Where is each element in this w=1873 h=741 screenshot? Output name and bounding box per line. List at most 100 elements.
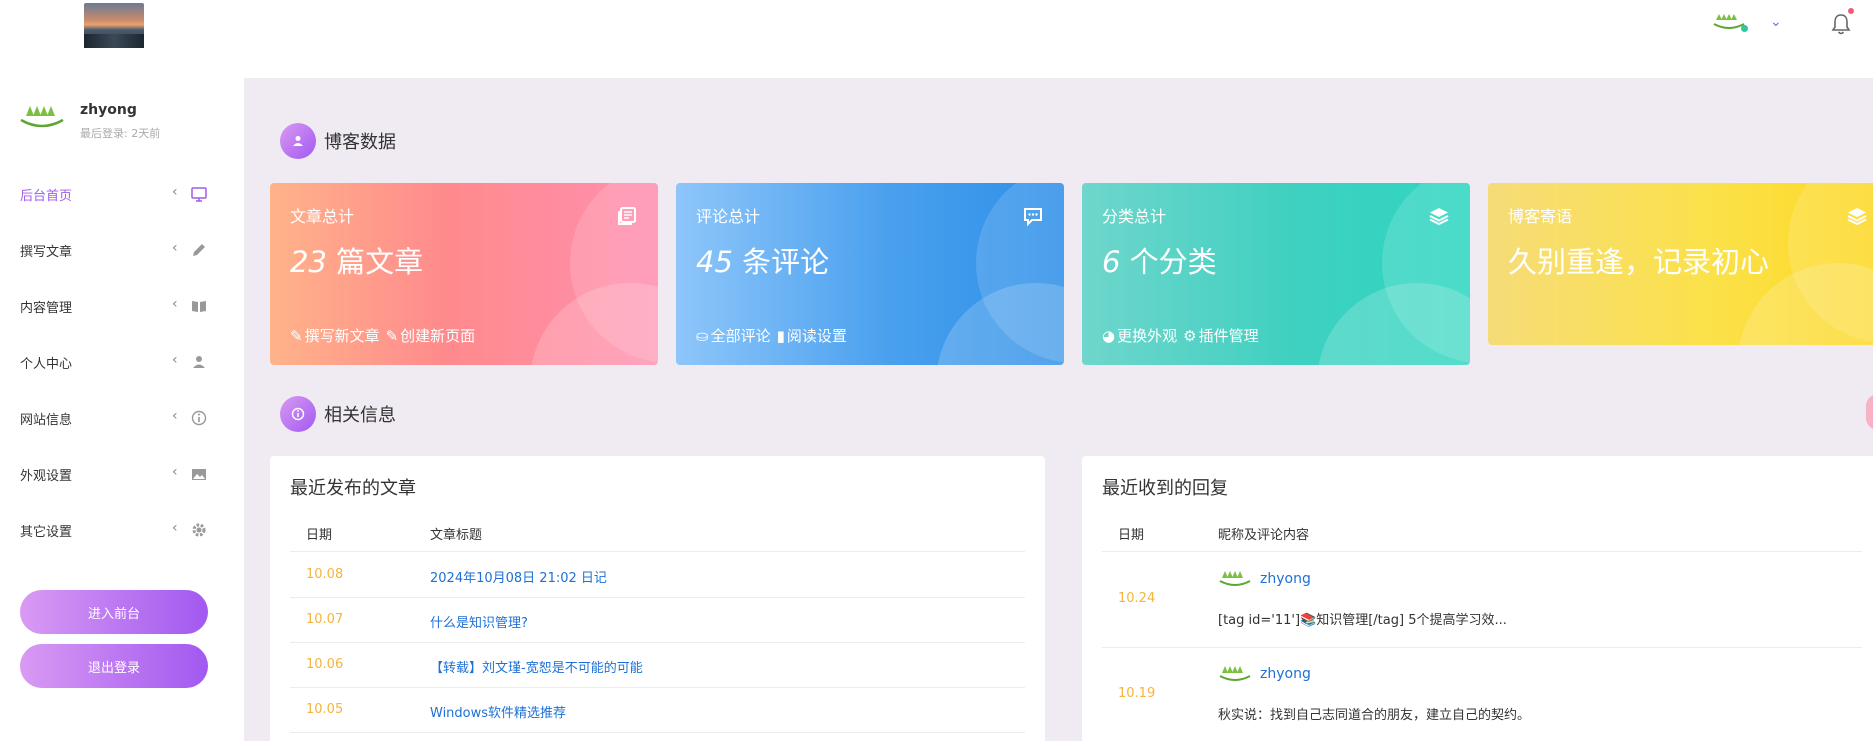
enter-front-button[interactable]: 进入前台 bbox=[20, 590, 208, 634]
comment-text-link[interactable]: [tag id='11']📚知识管理[/tag] 5个提高学习效... bbox=[1218, 609, 1507, 628]
comment-text-link[interactable]: 秋实说：找到自己志同道合的朋友，建立自己的契约。 bbox=[1218, 704, 1530, 723]
sidebar-item-content[interactable]: 内容管理 ‹ bbox=[0, 278, 244, 334]
articles-icon bbox=[618, 207, 636, 225]
info-circle-icon bbox=[280, 396, 316, 432]
table-row: 10.06 【转载】刘文瑾-宽恕是不可能的可能 bbox=[290, 643, 1025, 688]
sidebar-item-site-info[interactable]: 网站信息 ‹ bbox=[0, 390, 244, 446]
user-icon bbox=[193, 356, 205, 368]
card-value: 45 条评论 bbox=[696, 245, 830, 279]
sidebar-item-label: 撰写文章 bbox=[20, 244, 73, 260]
sidebar-item-label: 其它设置 bbox=[20, 524, 73, 540]
chevron-down-icon[interactable]: ⌄ bbox=[1770, 14, 1782, 30]
info-icon bbox=[191, 410, 207, 426]
post-title-link[interactable]: 2024年10月08日 21:02 日记 bbox=[430, 567, 607, 586]
categories-stat-card: 分类总计 6 个分类 ◕ 更换外观 ⚙ 插件管理 bbox=[1082, 183, 1470, 365]
post-date: 10.08 bbox=[306, 567, 344, 582]
user-circle-icon bbox=[280, 123, 316, 159]
chevron-left-icon: ‹ bbox=[172, 296, 178, 312]
main-content: 博客数据 文章总计 23 篇文章 ✎ 撰写新文章 ✎ 创建新页面 评论总计 45 条… bbox=[244, 78, 1873, 741]
site-logo-image[interactable] bbox=[84, 3, 144, 48]
sidebar-item-label: 网站信息 bbox=[20, 412, 73, 428]
post-title-link[interactable]: Windows软件精选推荐 bbox=[430, 702, 566, 721]
card-label: 分类总计 bbox=[1102, 207, 1167, 226]
sidebar-item-label: 内容管理 bbox=[20, 300, 73, 316]
commenter-avatar bbox=[1219, 666, 1251, 681]
recent-replies-panel: 最近收到的回复 日期 昵称及评论内容 10.24 zhyong [tag id=… bbox=[1082, 456, 1873, 741]
last-login: 最后登录: 2天前 bbox=[80, 127, 161, 140]
panel-title: 最近收到的回复 bbox=[1102, 478, 1228, 499]
sidebar-item-label: 外观设置 bbox=[20, 468, 73, 484]
table-row: 10.07 什么是知识管理? bbox=[290, 598, 1025, 643]
post-date: 10.07 bbox=[306, 612, 344, 627]
card-label: 评论总计 bbox=[696, 207, 761, 226]
chevron-left-icon: ‹ bbox=[172, 352, 178, 368]
chevron-left-icon: ‹ bbox=[172, 240, 178, 256]
sidebar-item-label: 后台首页 bbox=[20, 188, 73, 204]
stats-section-header: 博客数据 bbox=[280, 123, 396, 159]
reply-row: 10.19 zhyong 秋实说：找到自己志同道合的朋友，建立自己的契约。 bbox=[1102, 648, 1862, 741]
reply-row: 10.24 zhyong [tag id='11']📚知识管理[/tag] 5个… bbox=[1102, 553, 1862, 648]
recent-posts-panel: 最近发布的文章 日期 文章标题 10.08 2024年10月08日 21:02 … bbox=[270, 456, 1045, 741]
reply-date: 10.24 bbox=[1118, 591, 1156, 606]
sidebar-item-label: 个人中心 bbox=[20, 356, 73, 372]
change-theme-link[interactable]: ◕ 更换外观 bbox=[1102, 325, 1177, 346]
table-header: 日期 文章标题 bbox=[290, 516, 1025, 552]
commenter-name-link[interactable]: zhyong bbox=[1260, 571, 1311, 587]
user-avatar[interactable] bbox=[18, 102, 66, 132]
chevron-left-icon: ‹ bbox=[172, 520, 178, 536]
sidebar-item-profile[interactable]: 个人中心 ‹ bbox=[0, 334, 244, 390]
create-page-link[interactable]: ✎ 创建新页面 bbox=[386, 325, 476, 346]
layers-icon bbox=[1847, 208, 1867, 226]
top-bar: ⌄ bbox=[0, 0, 1873, 78]
book-icon bbox=[192, 301, 206, 312]
write-post-link[interactable]: ✎ 撰写新文章 bbox=[290, 325, 380, 346]
posts-stat-card: 文章总计 23 篇文章 ✎ 撰写新文章 ✎ 创建新页面 bbox=[270, 183, 658, 365]
post-title-link[interactable]: 什么是知识管理? bbox=[430, 612, 528, 631]
comment-icon bbox=[1024, 208, 1042, 227]
chevron-left-icon: ‹ bbox=[172, 184, 178, 200]
card-value: 23 篇文章 bbox=[290, 245, 424, 279]
section-title: 博客数据 bbox=[324, 132, 396, 153]
info-section-header: 相关信息 bbox=[280, 396, 396, 432]
scroll-top-button[interactable] bbox=[1866, 394, 1873, 430]
sidebar-item-appearance[interactable]: 外观设置 ‹ bbox=[0, 446, 244, 502]
user-name: zhyong bbox=[80, 102, 137, 118]
sidebar-item-write-post[interactable]: 撰写文章 ‹ bbox=[0, 222, 244, 278]
read-settings-link[interactable]: ▮ 阅读设置 bbox=[777, 325, 847, 346]
sidebar-menu: 后台首页 ‹ 撰写文章 ‹ 内容管理 ‹ 个人中心 ‹ 网站信息 ‹ 外观设置 … bbox=[0, 166, 244, 558]
sidebar-item-other-settings[interactable]: 其它设置 ‹ bbox=[0, 502, 244, 558]
sidebar-item-dashboard[interactable]: 后台首页 ‹ bbox=[0, 166, 244, 222]
card-value: 6 个分类 bbox=[1102, 245, 1217, 279]
card-label: 文章总计 bbox=[290, 207, 355, 226]
col-title: 文章标题 bbox=[430, 528, 483, 543]
card-links: ✎ 撰写新文章 ✎ 创建新页面 bbox=[290, 325, 475, 346]
online-status-dot bbox=[1741, 25, 1748, 32]
table-header: 日期 昵称及评论内容 bbox=[1102, 516, 1862, 552]
monitor-icon bbox=[191, 187, 207, 202]
post-date: 10.05 bbox=[306, 702, 344, 717]
sidebar: zhyong 最后登录: 2天前 后台首页 ‹ 撰写文章 ‹ 内容管理 ‹ 个人… bbox=[0, 78, 244, 741]
commenter-name-link[interactable]: zhyong bbox=[1260, 666, 1311, 682]
table-row: 10.08 2024年10月08日 21:02 日记 bbox=[290, 553, 1025, 598]
card-label: 博客寄语 bbox=[1508, 207, 1573, 226]
col-date: 日期 bbox=[306, 528, 333, 543]
layers-icon bbox=[1429, 208, 1449, 226]
bell-icon[interactable] bbox=[1830, 12, 1852, 36]
all-comments-link[interactable]: ⛀ 全部评论 bbox=[696, 325, 771, 346]
col-date: 日期 bbox=[1118, 528, 1145, 543]
section-title: 相关信息 bbox=[324, 405, 396, 426]
chevron-left-icon: ‹ bbox=[172, 408, 178, 424]
panel-title: 最近发布的文章 bbox=[290, 478, 416, 499]
card-links: ◕ 更换外观 ⚙ 插件管理 bbox=[1102, 325, 1259, 346]
blog-motto-text: 久别重逢，记录初心 bbox=[1508, 245, 1770, 279]
reply-date: 10.19 bbox=[1118, 686, 1156, 701]
commenter-avatar bbox=[1219, 571, 1251, 586]
post-title-link[interactable]: 【转载】刘文瑾-宽恕是不可能的可能 bbox=[430, 657, 643, 676]
gear-icon bbox=[192, 523, 206, 537]
notification-badge bbox=[1848, 8, 1854, 14]
blog-motto-card: 博客寄语 久别重逢，记录初心 bbox=[1488, 183, 1873, 345]
plugin-manage-link[interactable]: ⚙ 插件管理 bbox=[1183, 325, 1258, 346]
table-row: 10.05 Windows软件精选推荐 bbox=[290, 688, 1025, 733]
logout-button[interactable]: 退出登录 bbox=[20, 644, 208, 688]
comments-stat-card: 评论总计 45 条评论 ⛀ 全部评论 ▮ 阅读设置 bbox=[676, 183, 1064, 365]
